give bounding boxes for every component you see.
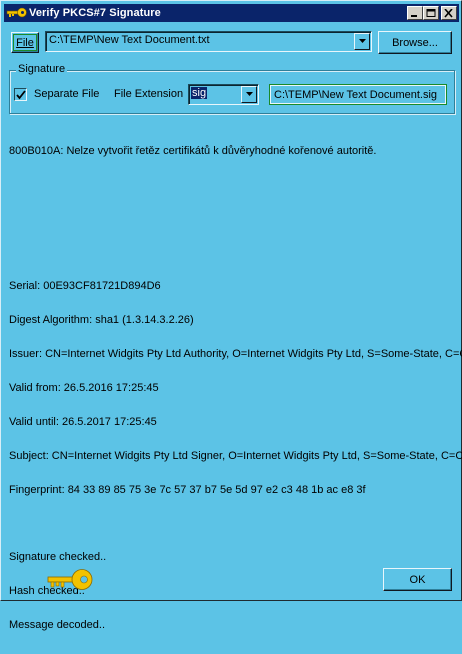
signature-file-path-value: C:\TEMP\New Text Document.sig <box>274 88 438 101</box>
maximize-button[interactable] <box>423 6 439 20</box>
output-line: Issuer: CN=Internet Widgits Pty Ltd Auth… <box>9 347 462 360</box>
file-extension-combo[interactable]: sig <box>188 84 259 105</box>
output-line: Fingerprint: 84 33 89 85 75 3e 7c 57 37 … <box>9 483 366 496</box>
output-line: Message decoded.. <box>9 619 106 632</box>
separate-file-label[interactable]: Separate File <box>34 88 99 100</box>
minimize-button[interactable] <box>407 6 423 20</box>
ok-button-label: OK <box>409 573 426 586</box>
output-line: Valid from: 26.5.2016 17:25:45 <box>9 381 159 394</box>
browse-button-label: Browse... <box>392 36 438 49</box>
key-icon <box>47 569 93 590</box>
file-extension-label: File Extension <box>114 88 184 100</box>
output-line: Valid until: 26.5.2017 17:25:45 <box>9 415 157 428</box>
signature-group-label: Signature <box>16 63 68 75</box>
file-extension-dropdown-button[interactable] <box>241 86 257 103</box>
file-extension-value: sig <box>191 87 208 99</box>
chevron-down-icon <box>246 92 253 96</box>
checkmark-icon <box>16 90 26 100</box>
file-path-value: C:\TEMP\New Text Document.txt <box>49 34 210 46</box>
output-line: Digest Algorithm: sha1 (1.3.14.3.2.26) <box>9 314 194 327</box>
output-line: Serial: 00E93CF81721D894D6 <box>9 280 161 293</box>
output-line: 800B010A: Nelze vytvořit řetěz certifiká… <box>9 144 377 157</box>
window-title: Verify PKCS#7 Signature <box>29 7 161 19</box>
file-path-dropdown-button[interactable] <box>354 33 370 50</box>
chevron-down-icon <box>359 39 366 43</box>
close-button[interactable] <box>441 6 457 20</box>
verify-signature-window: Verify PKCS#7 Signature File C:\TEMP\New… <box>0 0 462 631</box>
output-line: Signature checked.. <box>9 551 107 564</box>
minimize-icon <box>411 15 417 17</box>
file-button[interactable]: File <box>11 32 39 53</box>
title-bar: Verify PKCS#7 Signature <box>4 4 459 22</box>
close-icon <box>444 9 453 18</box>
signature-file-path-field[interactable]: C:\TEMP\New Text Document.sig <box>269 84 447 105</box>
ok-button[interactable]: OK <box>383 568 452 591</box>
maximize-icon <box>426 9 436 17</box>
file-button-label: File <box>16 36 34 49</box>
separate-file-checkbox[interactable] <box>14 88 27 101</box>
output-line: Subject: CN=Internet Widgits Pty Ltd Sig… <box>9 449 462 462</box>
browse-button[interactable]: Browse... <box>378 31 452 54</box>
file-path-combo[interactable]: C:\TEMP\New Text Document.txt <box>45 31 372 52</box>
key-icon <box>6 7 27 18</box>
